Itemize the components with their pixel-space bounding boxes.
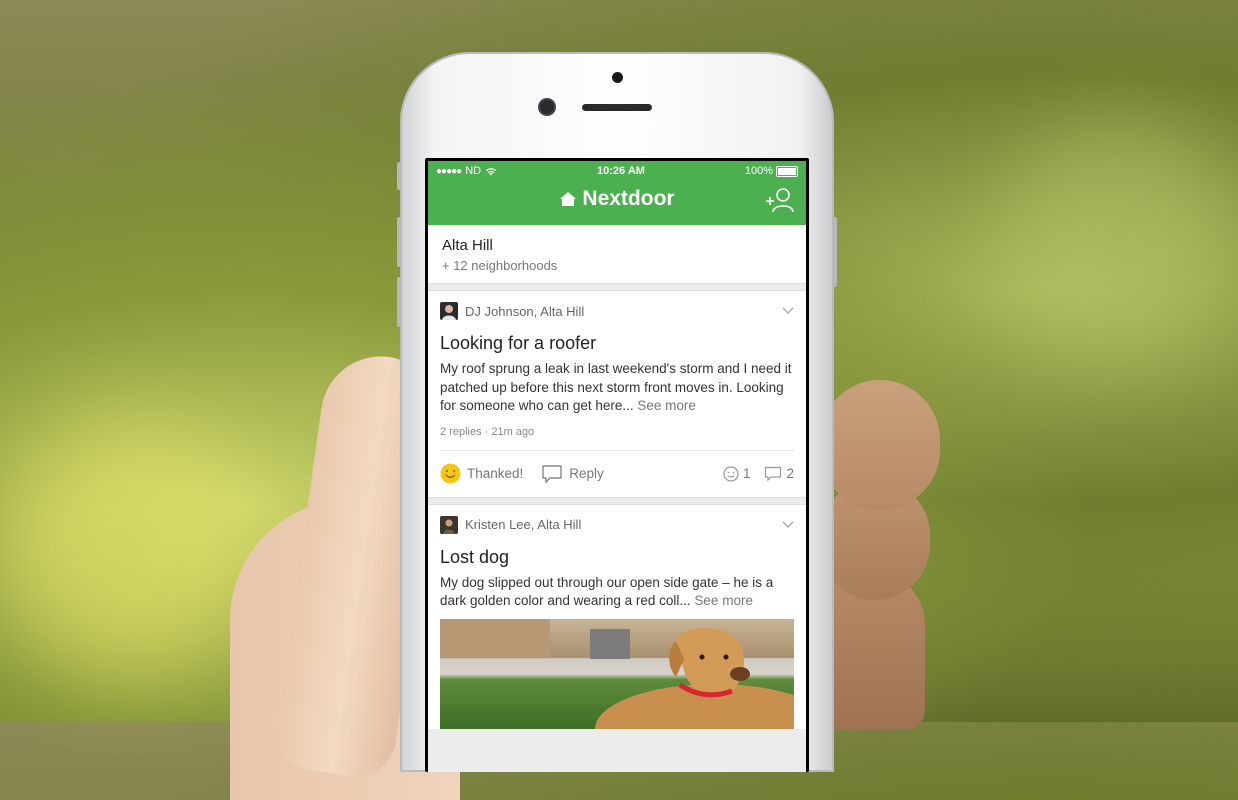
post-header: DJ Johnson, Alta Hill xyxy=(440,291,794,327)
post-author[interactable]: Kristen Lee, Alta Hill xyxy=(465,517,581,532)
post-body: My dog slipped out through our open side… xyxy=(440,574,794,611)
smiley-icon xyxy=(440,463,461,484)
see-more-link[interactable]: See more xyxy=(637,398,696,413)
post-title[interactable]: Looking for a roofer xyxy=(440,333,794,354)
app-header: ●●●●● ND 10:26 AM 100% Nextdoor xyxy=(428,161,806,225)
post-actions: Thanked! Reply 1 2 xyxy=(440,449,794,497)
volume-up-button xyxy=(397,217,401,267)
front-camera xyxy=(540,100,554,114)
carrier-label: ND xyxy=(465,165,482,177)
post-counts: 1 2 xyxy=(723,465,794,482)
battery-icon xyxy=(776,165,798,177)
add-neighbor-icon[interactable] xyxy=(764,187,794,213)
app-view: ●●●●● ND 10:26 AM 100% Nextdoor Alta Hil… xyxy=(428,161,806,772)
post-photo[interactable] xyxy=(440,618,794,729)
feed-post[interactable]: Kristen Lee, Alta Hill Lost dog My dog s… xyxy=(428,503,806,729)
post-header: Kristen Lee, Alta Hill xyxy=(440,505,794,541)
background-bokeh xyxy=(0,420,260,680)
avatar[interactable] xyxy=(440,515,458,534)
earpiece-speaker xyxy=(582,104,652,111)
brand-name: Nextdoor xyxy=(582,187,675,210)
post-title[interactable]: Lost dog xyxy=(440,547,794,568)
see-more-link[interactable]: See more xyxy=(694,593,753,608)
app-logo: Nextdoor xyxy=(428,187,806,211)
post-body: My roof sprung a leak in last weekend's … xyxy=(440,360,794,416)
thank-label: Thanked! xyxy=(467,466,524,481)
volume-down-button xyxy=(397,277,401,327)
power-button xyxy=(833,217,837,287)
mute-switch xyxy=(397,162,401,190)
chevron-down-icon[interactable] xyxy=(782,521,794,529)
dog-photo xyxy=(440,618,794,729)
reply-button[interactable]: Reply xyxy=(541,464,604,484)
house-icon xyxy=(560,192,577,206)
reply-count[interactable]: 2 xyxy=(764,466,794,482)
phone-frame: ●●●●● ND 10:26 AM 100% Nextdoor Alta Hil… xyxy=(397,52,837,772)
neighborhood-count: + 12 neighborhoods xyxy=(442,258,558,273)
post-meta: 2 replies · 21m ago xyxy=(440,425,535,438)
phone-screen: ●●●●● ND 10:26 AM 100% Nextdoor Alta Hil… xyxy=(425,158,809,772)
proximity-sensor xyxy=(612,72,623,83)
reply-count-value: 2 xyxy=(786,466,794,481)
right-finger xyxy=(820,380,940,510)
background-bokeh xyxy=(1000,120,1238,360)
chevron-down-icon[interactable] xyxy=(782,307,794,315)
comment-icon xyxy=(542,464,562,484)
battery-percent: 100% xyxy=(744,165,773,177)
status-bar: ●●●●● ND 10:26 AM 100% xyxy=(428,161,806,181)
wifi-icon xyxy=(486,167,497,175)
signal-icon: ●●●●● xyxy=(436,165,462,177)
reply-label: Reply xyxy=(569,466,604,481)
thank-button[interactable]: Thanked! xyxy=(440,463,523,484)
neighborhood-name: Alta Hill xyxy=(442,237,493,254)
comment-outline-icon xyxy=(765,466,782,481)
feed-post[interactable]: DJ Johnson, Alta Hill Looking for a roof… xyxy=(428,290,806,498)
thanks-count[interactable]: 1 xyxy=(723,465,751,482)
smiley-outline-icon xyxy=(723,465,739,482)
status-time: 10:26 AM xyxy=(597,165,645,177)
post-author[interactable]: DJ Johnson, Alta Hill xyxy=(465,304,584,319)
avatar[interactable] xyxy=(440,302,458,320)
thanks-count-value: 1 xyxy=(742,466,751,481)
neighborhood-selector[interactable]: Alta Hill + 12 neighborhoods xyxy=(428,225,806,284)
post-body-text: My roof sprung a leak in last weekend's … xyxy=(440,361,792,413)
battery-status: 100% xyxy=(745,165,798,177)
